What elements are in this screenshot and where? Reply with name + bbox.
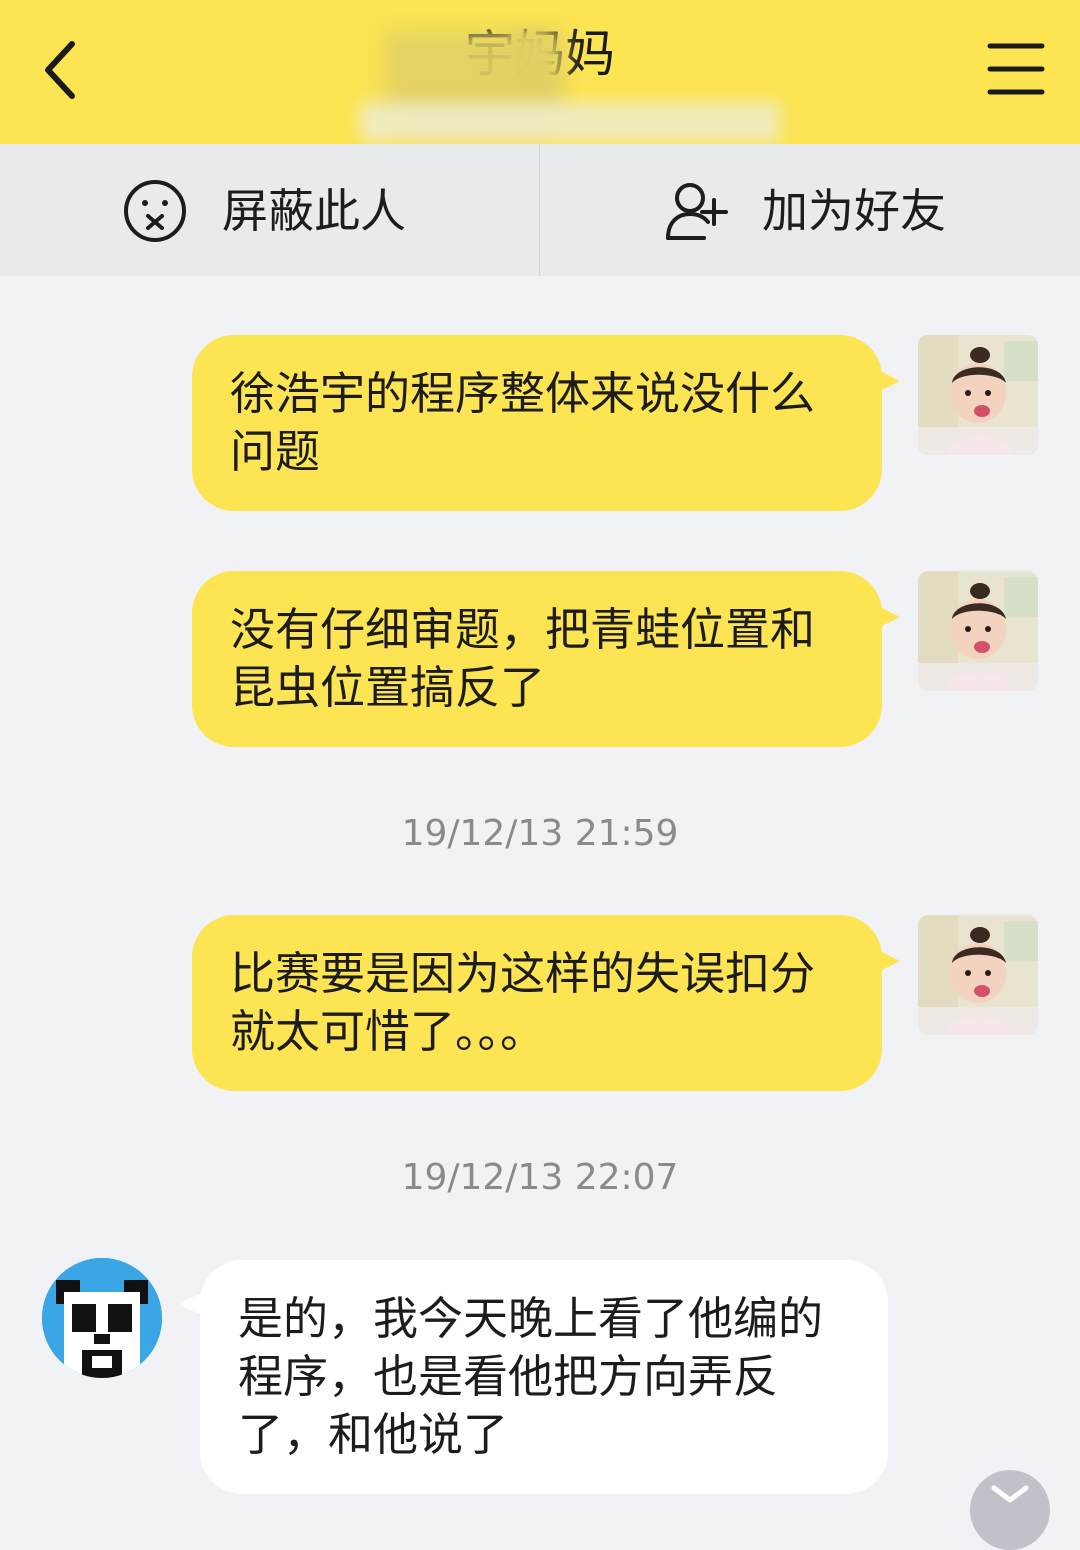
chat-title: 宇妈妈 [465,25,615,83]
incoming-message[interactable]: 是的，我今天晚上看了他编的程序，也是看他把方向弄反了，和他说了 [200,1260,888,1494]
chat-header: 宇妈妈 [0,0,1080,144]
add-person-icon [666,183,728,240]
add-friend-button[interactable]: 加为好友 [540,144,1080,276]
add-friend-label: 加为好友 [762,184,946,238]
scroll-to-bottom-button[interactable] [970,1470,1050,1550]
baby-photo-avatar [918,335,1038,455]
stranger-action-bar: 屏蔽此人 加为好友 [0,144,1080,276]
block-user-button[interactable]: 屏蔽此人 [0,144,539,276]
blocked-face-icon [124,180,186,242]
panda-avatar [42,1258,162,1378]
menu-button[interactable] [980,36,1052,102]
chevron-left-icon [45,41,75,99]
message-timestamp: 19/12/13 22:07 [401,1157,679,1198]
baby-photo-avatar [918,571,1038,691]
hamburger-menu-icon [987,43,1045,95]
my-avatar[interactable] [918,335,1038,455]
message-timestamp: 19/12/13 21:59 [401,813,679,854]
my-avatar[interactable] [918,915,1038,1035]
outgoing-message[interactable]: 没有仔细审题，把青蛙位置和昆虫位置搞反了 [192,571,882,747]
block-user-label: 屏蔽此人 [222,184,406,238]
back-button[interactable] [30,30,100,110]
outgoing-message[interactable]: 徐浩宇的程序整体来说没什么问题 [192,335,882,511]
baby-photo-avatar [918,915,1038,1035]
outgoing-message[interactable]: 比赛要是因为这样的失误扣分就太可惜了。。。 [192,915,882,1091]
chevron-down-icon [991,1485,1029,1503]
contact-avatar[interactable] [42,1258,162,1378]
my-avatar[interactable] [918,571,1038,691]
